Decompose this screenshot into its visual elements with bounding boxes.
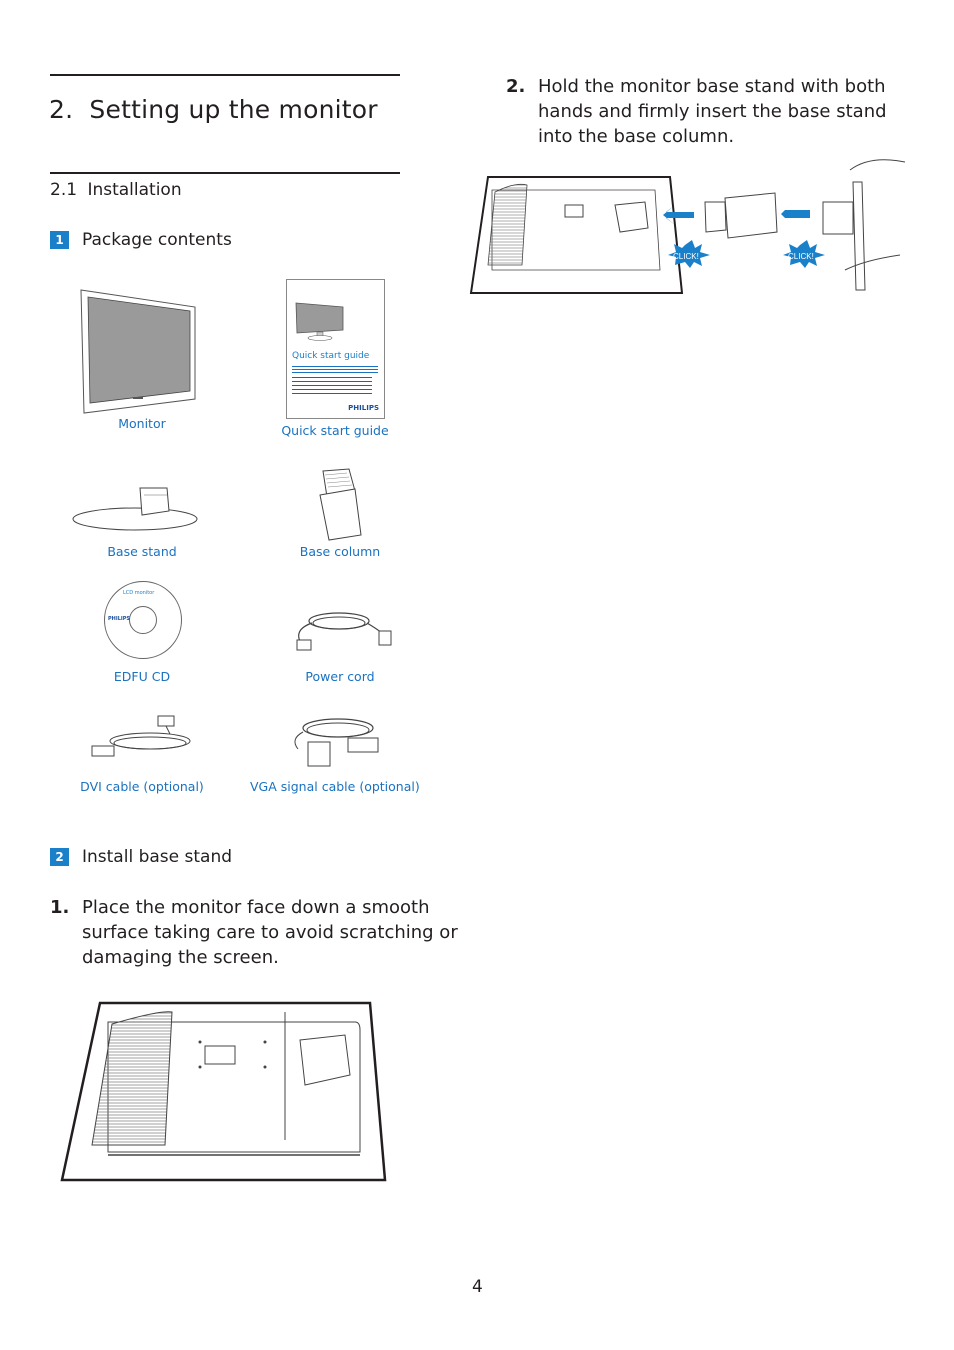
guide-text-lines	[292, 366, 378, 374]
quick-start-guide-icon: Quick start guide PHILIPS	[286, 279, 385, 419]
section-number: 2.1	[50, 180, 78, 200]
dvi-cable-icon	[91, 715, 191, 757]
section-title: Installation	[87, 180, 182, 200]
caption-edfu-cd: EDFU CD	[113, 669, 171, 684]
step-2: 2. Hold the monitor base stand with both…	[506, 74, 916, 149]
chapter-heading: 2. Setting up the monitor	[49, 95, 378, 124]
step-badge: 1	[50, 231, 69, 249]
cd-hole	[129, 606, 157, 634]
guide-monitor-illustration	[295, 302, 344, 341]
monitor-face-down-illustration	[60, 1001, 387, 1182]
caption-dvi-cable: DVI cable (optional)	[80, 779, 204, 794]
caption-vga-cable: VGA signal cable (optional)	[250, 779, 420, 794]
step-number: 2.	[506, 76, 526, 97]
power-cord-icon	[296, 612, 392, 651]
click-label-2: CLICK!	[788, 252, 814, 261]
chapter-number: 2.	[49, 95, 74, 124]
step-text: Place the monitor face down a smooth sur…	[82, 897, 458, 968]
guide-title: Quick start guide	[292, 351, 370, 361]
step-badge: 2	[50, 848, 69, 866]
caption-quick-start-guide: Quick start guide	[281, 423, 389, 438]
cd-title: LCD monitor	[123, 590, 155, 596]
chapter-top-rule	[50, 74, 400, 76]
caption-base-column: Base column	[299, 544, 381, 559]
caption-monitor: Monitor	[118, 416, 166, 431]
subsection-label: Package contents	[82, 230, 232, 250]
section-heading: 2.1 Installation	[50, 180, 182, 200]
chapter-title: Setting up the monitor	[89, 95, 378, 124]
click-label-1: CLICK!	[673, 252, 699, 261]
cd-brand: PHILIPS	[108, 616, 131, 622]
base-column-icon	[319, 468, 362, 541]
step-1: 1. Place the monitor face down a smooth …	[50, 895, 470, 970]
step-text: Hold the monitor base stand with both ha…	[538, 76, 887, 147]
insert-base-stand-illustration: CLICK! CLICK!	[469, 159, 906, 294]
subsection-label: Install base stand	[82, 847, 233, 867]
subsection-install-base-stand: 2 Install base stand	[50, 847, 232, 867]
section-top-rule	[50, 172, 400, 174]
step-number: 1.	[50, 897, 70, 918]
guide-brand: PHILIPS	[348, 404, 379, 412]
subsection-package-contents: 1 Package contents	[50, 230, 232, 250]
base-stand-icon	[72, 487, 198, 531]
cd-icon: LCD monitor PHILIPS	[104, 581, 182, 659]
vga-cable-icon	[294, 718, 379, 767]
caption-base-stand: Base stand	[107, 544, 177, 559]
monitor-icon	[80, 289, 196, 414]
guide-step-lines	[292, 377, 372, 395]
page-number: 4	[472, 1277, 483, 1297]
caption-power-cord: Power cord	[305, 669, 375, 684]
